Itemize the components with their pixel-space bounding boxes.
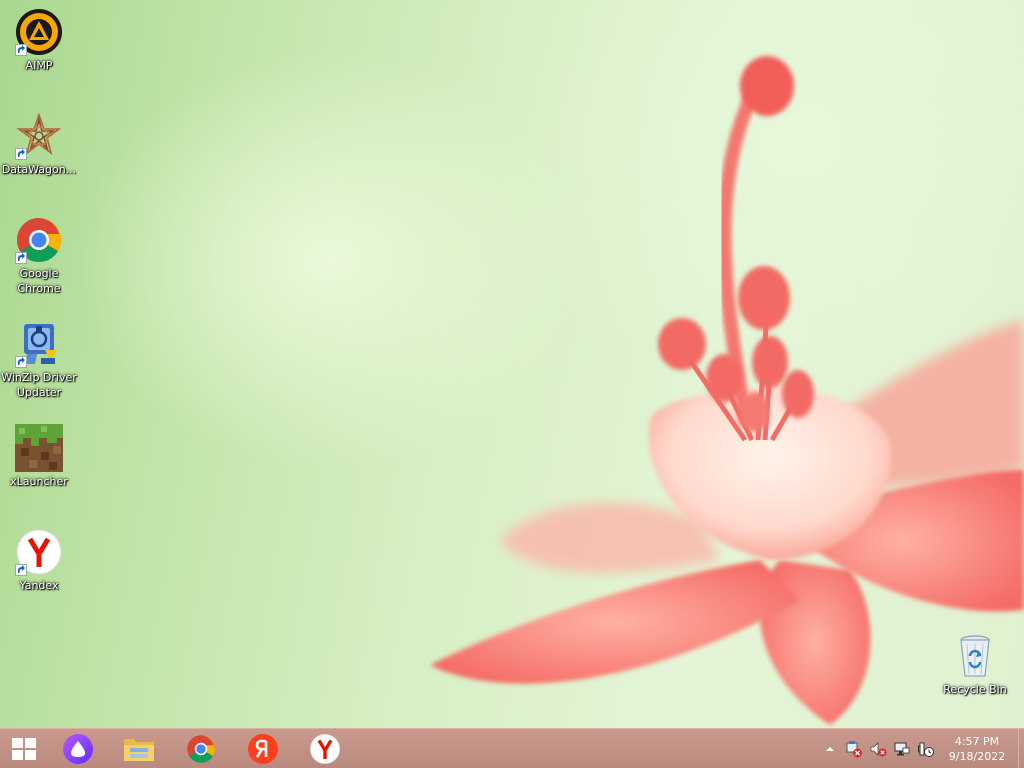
alice-icon (63, 733, 93, 764)
shortcut-arrow-icon (15, 356, 27, 368)
network-tray-button[interactable] (891, 738, 913, 760)
network-icon (894, 742, 910, 755)
clock-time: 4:57 PM (954, 734, 1000, 748)
aimp-icon (15, 8, 63, 56)
action-center-warning-icon (846, 740, 862, 757)
chrome-icon (15, 216, 63, 264)
desktop-icon-datawagon[interactable]: DataWagon... (1, 112, 77, 177)
desktop-icon-yandex[interactable]: Yandex (1, 528, 77, 593)
yandex-browser-button[interactable] (298, 729, 352, 768)
chrome-icon (187, 734, 215, 763)
file-explorer-button[interactable] (112, 729, 166, 768)
taskbar-clock[interactable]: 4:57 PM 9/18/2022 (944, 734, 1010, 764)
yandex-ya-icon (248, 733, 278, 764)
chrome-button[interactable] (174, 729, 228, 768)
power-icon (918, 742, 934, 757)
yandex-browser-icon (310, 733, 340, 764)
show-hidden-icons-button[interactable] (819, 738, 841, 760)
desktop-icon-label: DataWagon... (1, 163, 77, 176)
alice-button[interactable] (52, 729, 104, 768)
desktop-icon-label: WinZip Driver Updater (1, 371, 77, 399)
desktop-icon-label: Yandex (19, 579, 59, 592)
yandex-ya-button[interactable] (236, 729, 290, 768)
power-tray-button[interactable] (915, 738, 937, 760)
desktop[interactable]: AIMP DataWagon... Google Chrome WinZip D… (0, 0, 1024, 728)
winzip-driver-updater-icon (15, 320, 63, 368)
desktop-icon-recycle-bin[interactable]: Recycle Bin (937, 632, 1013, 697)
wallpaper-flower (430, 56, 1024, 725)
desktop-icon-label: xLauncher (10, 475, 68, 488)
desktop-icon-xlauncher[interactable]: xLauncher (1, 424, 77, 489)
desktop-icon-label: Recycle Bin (943, 683, 1007, 696)
desktop-icon-aimp[interactable]: AIMP (1, 8, 77, 73)
show-desktop-button[interactable] (1018, 729, 1024, 768)
shortcut-arrow-icon (15, 44, 27, 56)
volume-muted-icon (870, 741, 887, 756)
file-explorer-icon (124, 738, 154, 761)
chevron-up-icon (826, 746, 834, 751)
desktop-icon-label: Google Chrome (17, 267, 61, 295)
action-center-tray-button[interactable] (843, 738, 865, 760)
desktop-icon-google-chrome[interactable]: Google Chrome (1, 216, 77, 296)
start-button[interactable] (0, 729, 48, 768)
system-tray: 4:57 PM 9/18/2022 (818, 729, 1024, 768)
volume-tray-button[interactable] (867, 738, 889, 760)
shortcut-arrow-icon (15, 564, 27, 576)
recycle-bin-icon (951, 632, 999, 680)
shortcut-arrow-icon (15, 252, 27, 264)
windows-logo-icon (12, 737, 36, 760)
datawagon-icon (15, 112, 63, 160)
desktop-icon-label: AIMP (25, 59, 53, 72)
taskbar: 4:57 PM 9/18/2022 (0, 728, 1024, 768)
clock-date: 9/18/2022 (948, 749, 1006, 763)
yandex-browser-icon (15, 528, 63, 576)
shortcut-arrow-icon (15, 148, 27, 160)
xlauncher-icon (15, 424, 63, 472)
desktop-icon-winzip-driver-updater[interactable]: WinZip Driver Updater (1, 320, 77, 400)
